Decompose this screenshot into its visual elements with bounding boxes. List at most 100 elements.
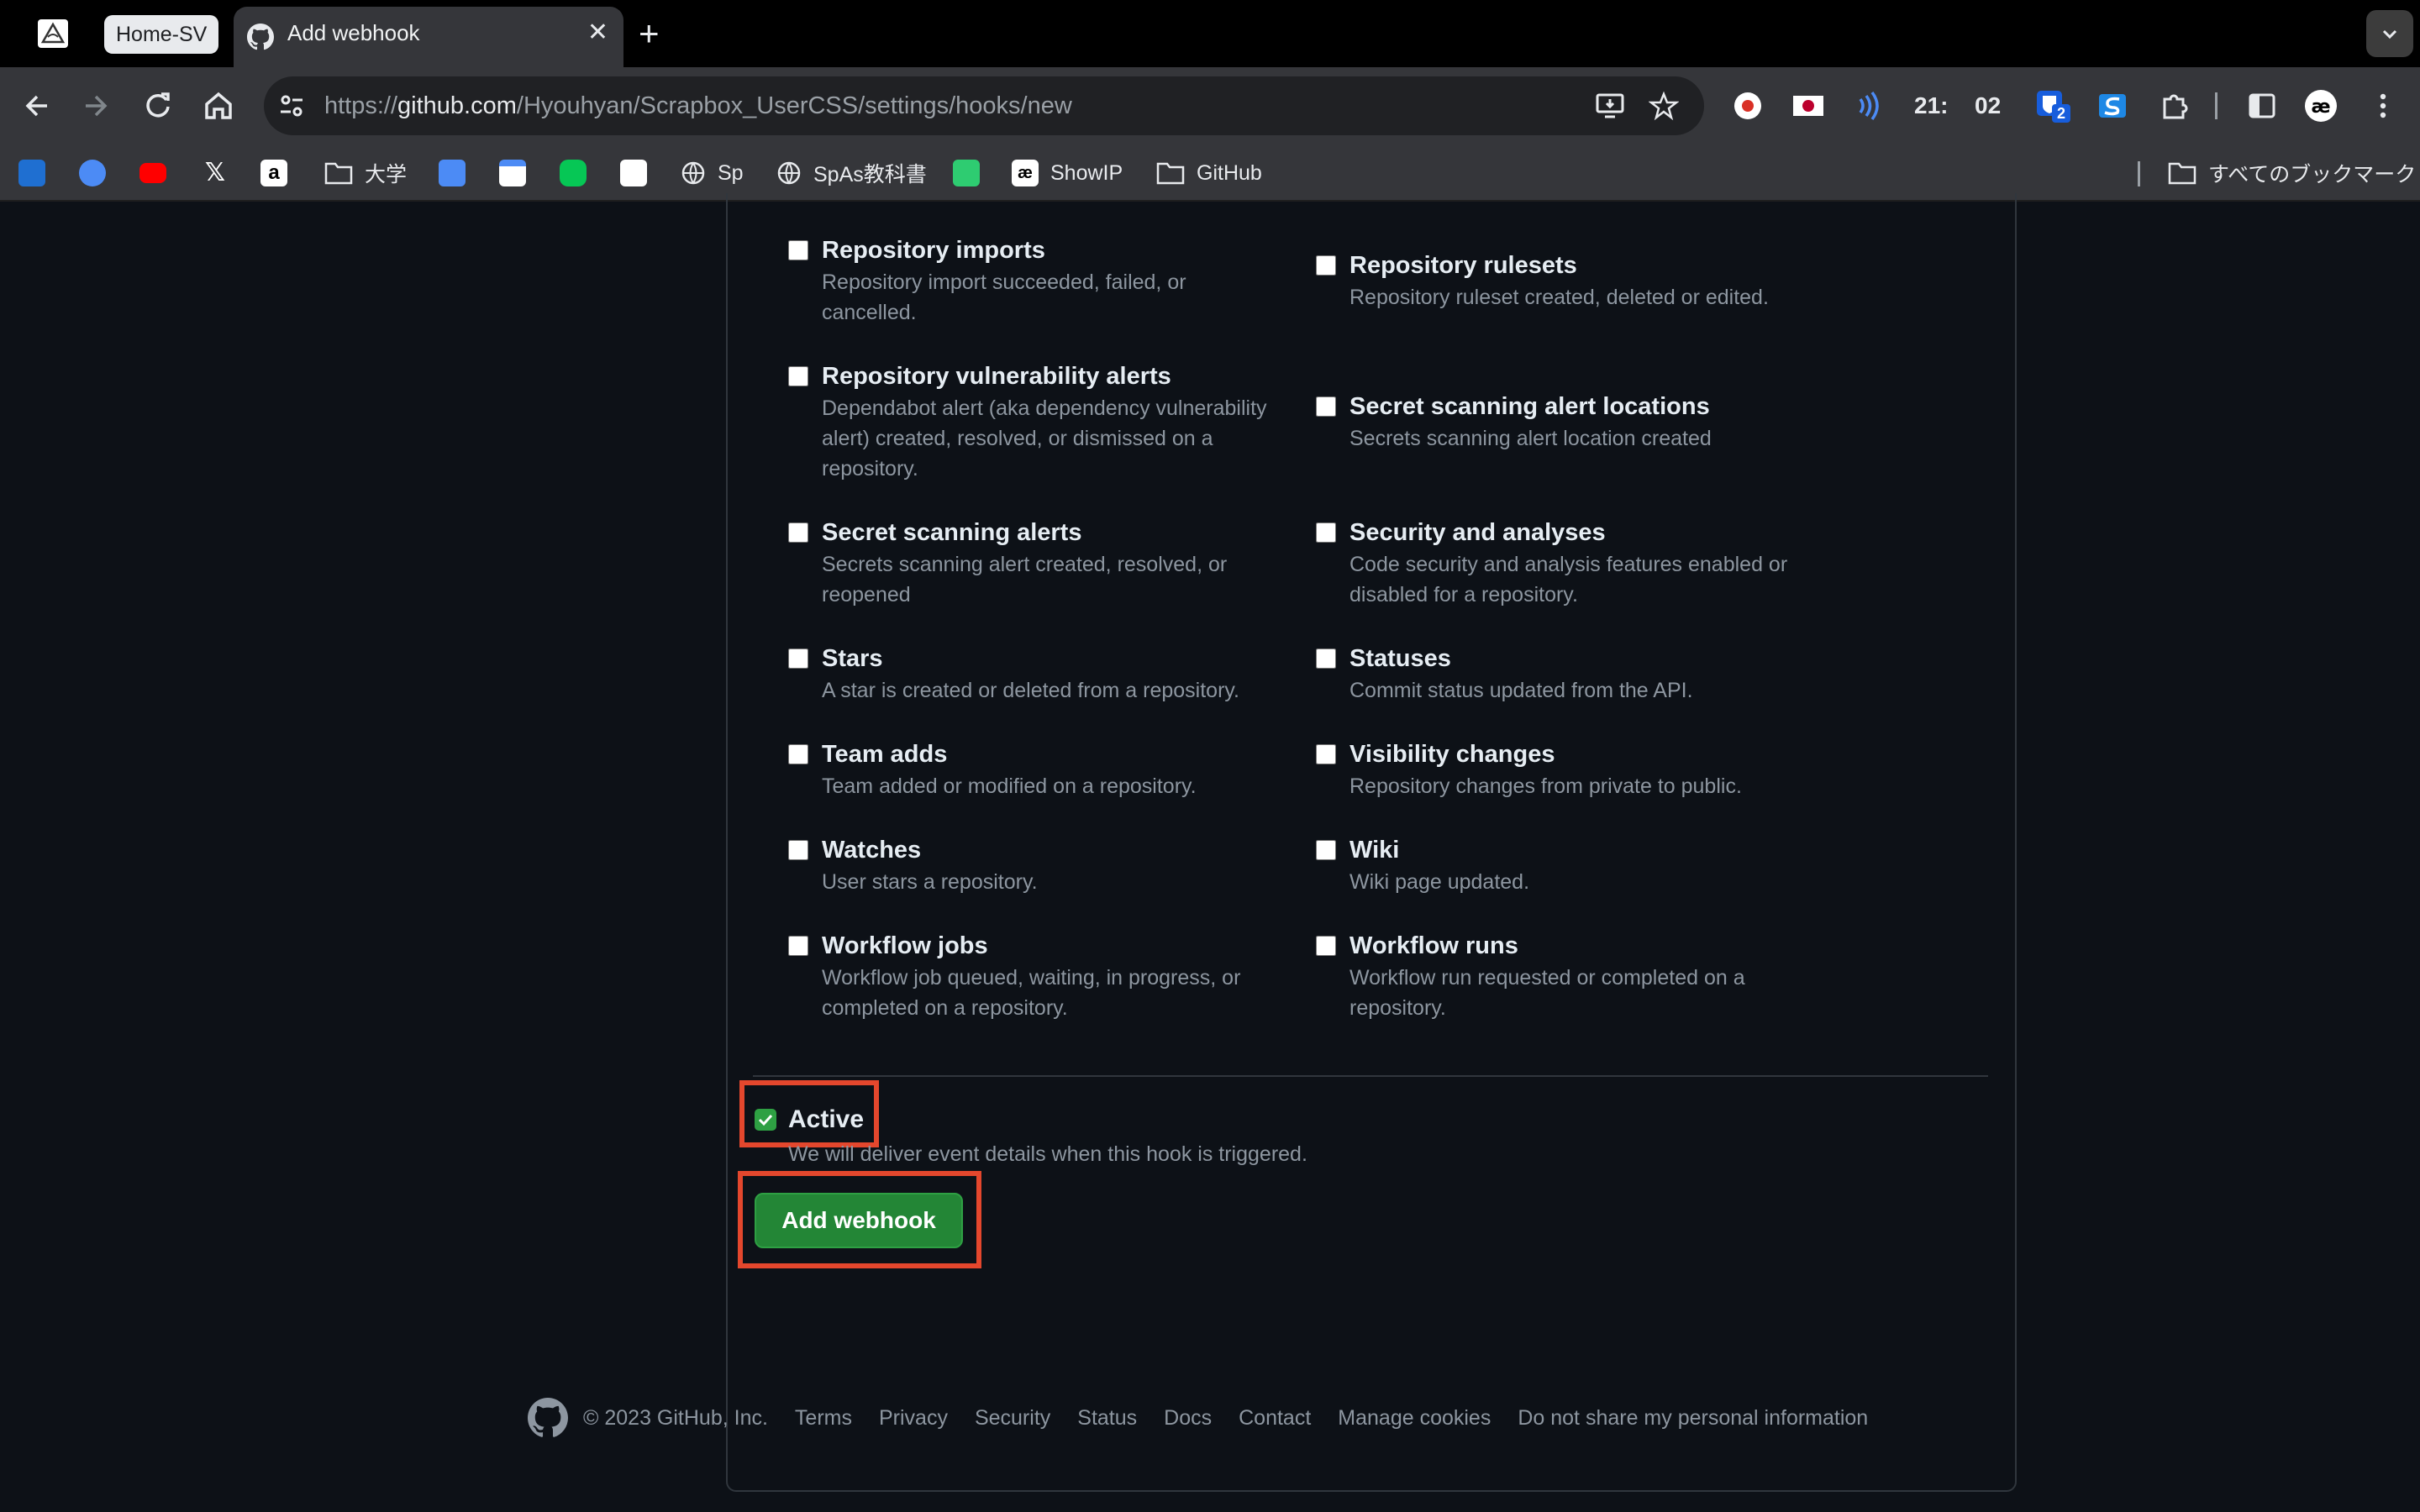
forward-icon[interactable] [76,86,116,126]
browser-tab-bar: Home-SV Add webhook ✕ + [0,0,2420,67]
address-bar[interactable]: https://github.com/Hyouhyan/Scrapbox_Use… [264,76,1704,135]
event-checkbox[interactable] [788,522,808,543]
footer-link-contact[interactable]: Contact [1239,1406,1311,1431]
bookmark-folder-daigaku[interactable]: 大学 [324,158,407,188]
line-icon [560,160,587,186]
event-checkbox[interactable] [788,240,808,260]
calendar-icon [499,160,526,186]
bookmark-showip[interactable]: æ ShowIP [1012,158,1123,188]
event-description: User stars a repository. [822,870,1038,894]
footer-link-terms[interactable]: Terms [795,1406,852,1431]
footer-link-manage-cookies[interactable]: Manage cookies [1338,1406,1491,1431]
amazon-icon: a [260,160,287,186]
event-description: A star is created or deleted from a repo… [822,679,1239,702]
app-launcher-icon[interactable] [37,18,69,49]
scrapbox-icon[interactable] [2094,87,2131,124]
active-label: Active [788,1105,865,1133]
audio-extension-icon[interactable] [1850,87,1887,124]
toolbar-separator [2215,92,2217,119]
japan-flag-extension-icon[interactable] [1790,87,1827,124]
install-app-icon[interactable] [1595,91,1625,121]
all-bookmarks-button[interactable]: すべてのブックマーク [2168,158,2416,188]
youtube-icon [139,163,166,183]
event-name: Watches [822,837,922,864]
clock-minute: 02 [1975,92,2002,118]
event-description: Commit status updated from the API. [1349,679,1693,702]
event-name: Stars [822,645,883,672]
bookmark-dsm[interactable] [18,158,45,188]
bookmark-x[interactable]: 𝕏 [202,158,229,188]
footer-link-docs[interactable]: Docs [1164,1406,1212,1431]
new-tab-icon[interactable]: + [639,12,660,55]
globe-icon [777,161,801,185]
bookmark-scrapbox[interactable] [620,158,647,188]
event-name: Wiki [1349,837,1400,864]
event-name: Workflow runs [1349,932,1518,959]
record-extension-icon[interactable] [1729,87,1766,124]
footer-link-security[interactable]: Security [975,1406,1050,1431]
bookmark-youtube[interactable] [139,158,166,188]
bookmark-globe[interactable] [79,158,106,188]
event-checkbox[interactable] [1316,522,1336,543]
bitwarden-icon[interactable]: 2 [2033,87,2070,124]
profile-avatar[interactable]: æ [2302,87,2339,124]
event-description: Secrets scanning alert created, resolved… [822,553,1228,606]
bookmark-calendar[interactable] [499,158,526,188]
event-description: Code security and analysis features enab… [1349,553,1788,606]
event-checkbox[interactable] [1316,396,1336,417]
side-panel-icon[interactable] [2244,87,2281,124]
event-checkbox[interactable] [1316,840,1336,860]
x-icon: 𝕏 [204,159,226,186]
tab-search-button[interactable] [2366,10,2413,57]
event-description: Secrets scanning alert location created [1349,427,1712,450]
event-name: Repository imports [822,237,1045,264]
dsm-icon [18,160,45,186]
github-icon [247,24,274,50]
bookmark-app[interactable] [953,158,980,188]
event-name: Repository vulnerability alerts [822,363,1171,390]
add-webhook-button[interactable]: Add webhook [755,1193,963,1248]
event-name: Security and analyses [1349,519,1606,546]
footer-link-privacy[interactable]: Privacy [879,1406,948,1431]
bookmark-amazon[interactable]: a [260,158,287,188]
extension-badge: 2 [2052,104,2070,123]
tab-group-home-sv[interactable]: Home-SV [104,15,219,54]
event-checkbox[interactable] [1316,255,1336,276]
event-checkbox[interactable] [1316,648,1336,669]
triangle-app-icon [620,160,647,186]
event-description: Repository import succeeded, failed, or … [822,270,1186,324]
event-name: Team adds [822,741,948,768]
github-logo-icon[interactable] [528,1398,568,1438]
event-checkbox[interactable] [788,366,808,386]
bookmark-sp[interactable]: Sp [681,158,744,188]
event-description: Repository changes from private to publi… [1349,774,1742,798]
footer-link-status[interactable]: Status [1077,1406,1137,1431]
translate-icon [439,160,466,186]
home-icon[interactable] [198,86,239,126]
site-info-icon[interactable] [276,90,308,122]
showip-icon: æ [1012,160,1039,186]
puzzle-extensions-icon[interactable] [2156,87,2193,124]
event-checkbox[interactable] [788,648,808,669]
bookmark-spas[interactable]: SpAs教科書 [776,158,927,188]
event-checkbox[interactable] [788,840,808,860]
active-checkbox[interactable] [755,1109,776,1131]
event-checkbox[interactable] [788,936,808,956]
event-checkbox[interactable] [1316,936,1336,956]
close-tab-icon[interactable]: ✕ [587,18,608,47]
event-name: Secret scanning alert locations [1349,393,1710,420]
bookmark-star-icon[interactable] [1649,91,1679,121]
back-icon[interactable] [17,86,57,126]
reload-icon[interactable] [138,86,178,126]
bookmark-folder-github[interactable]: GitHub [1156,158,1262,188]
checkmark-icon [758,1114,773,1126]
more-menu-icon[interactable] [2365,87,2402,124]
bookmark-line[interactable] [560,158,587,188]
bookmark-translate[interactable] [439,158,466,188]
event-checkbox[interactable] [788,744,808,764]
tab-title: Add webhook [287,20,420,45]
tab-add-webhook[interactable]: Add webhook ✕ [234,7,623,67]
active-description: We will deliver event details when this … [788,1142,1307,1166]
footer-link-do-not-share[interactable]: Do not share my personal information [1518,1406,1868,1431]
event-checkbox[interactable] [1316,744,1336,764]
